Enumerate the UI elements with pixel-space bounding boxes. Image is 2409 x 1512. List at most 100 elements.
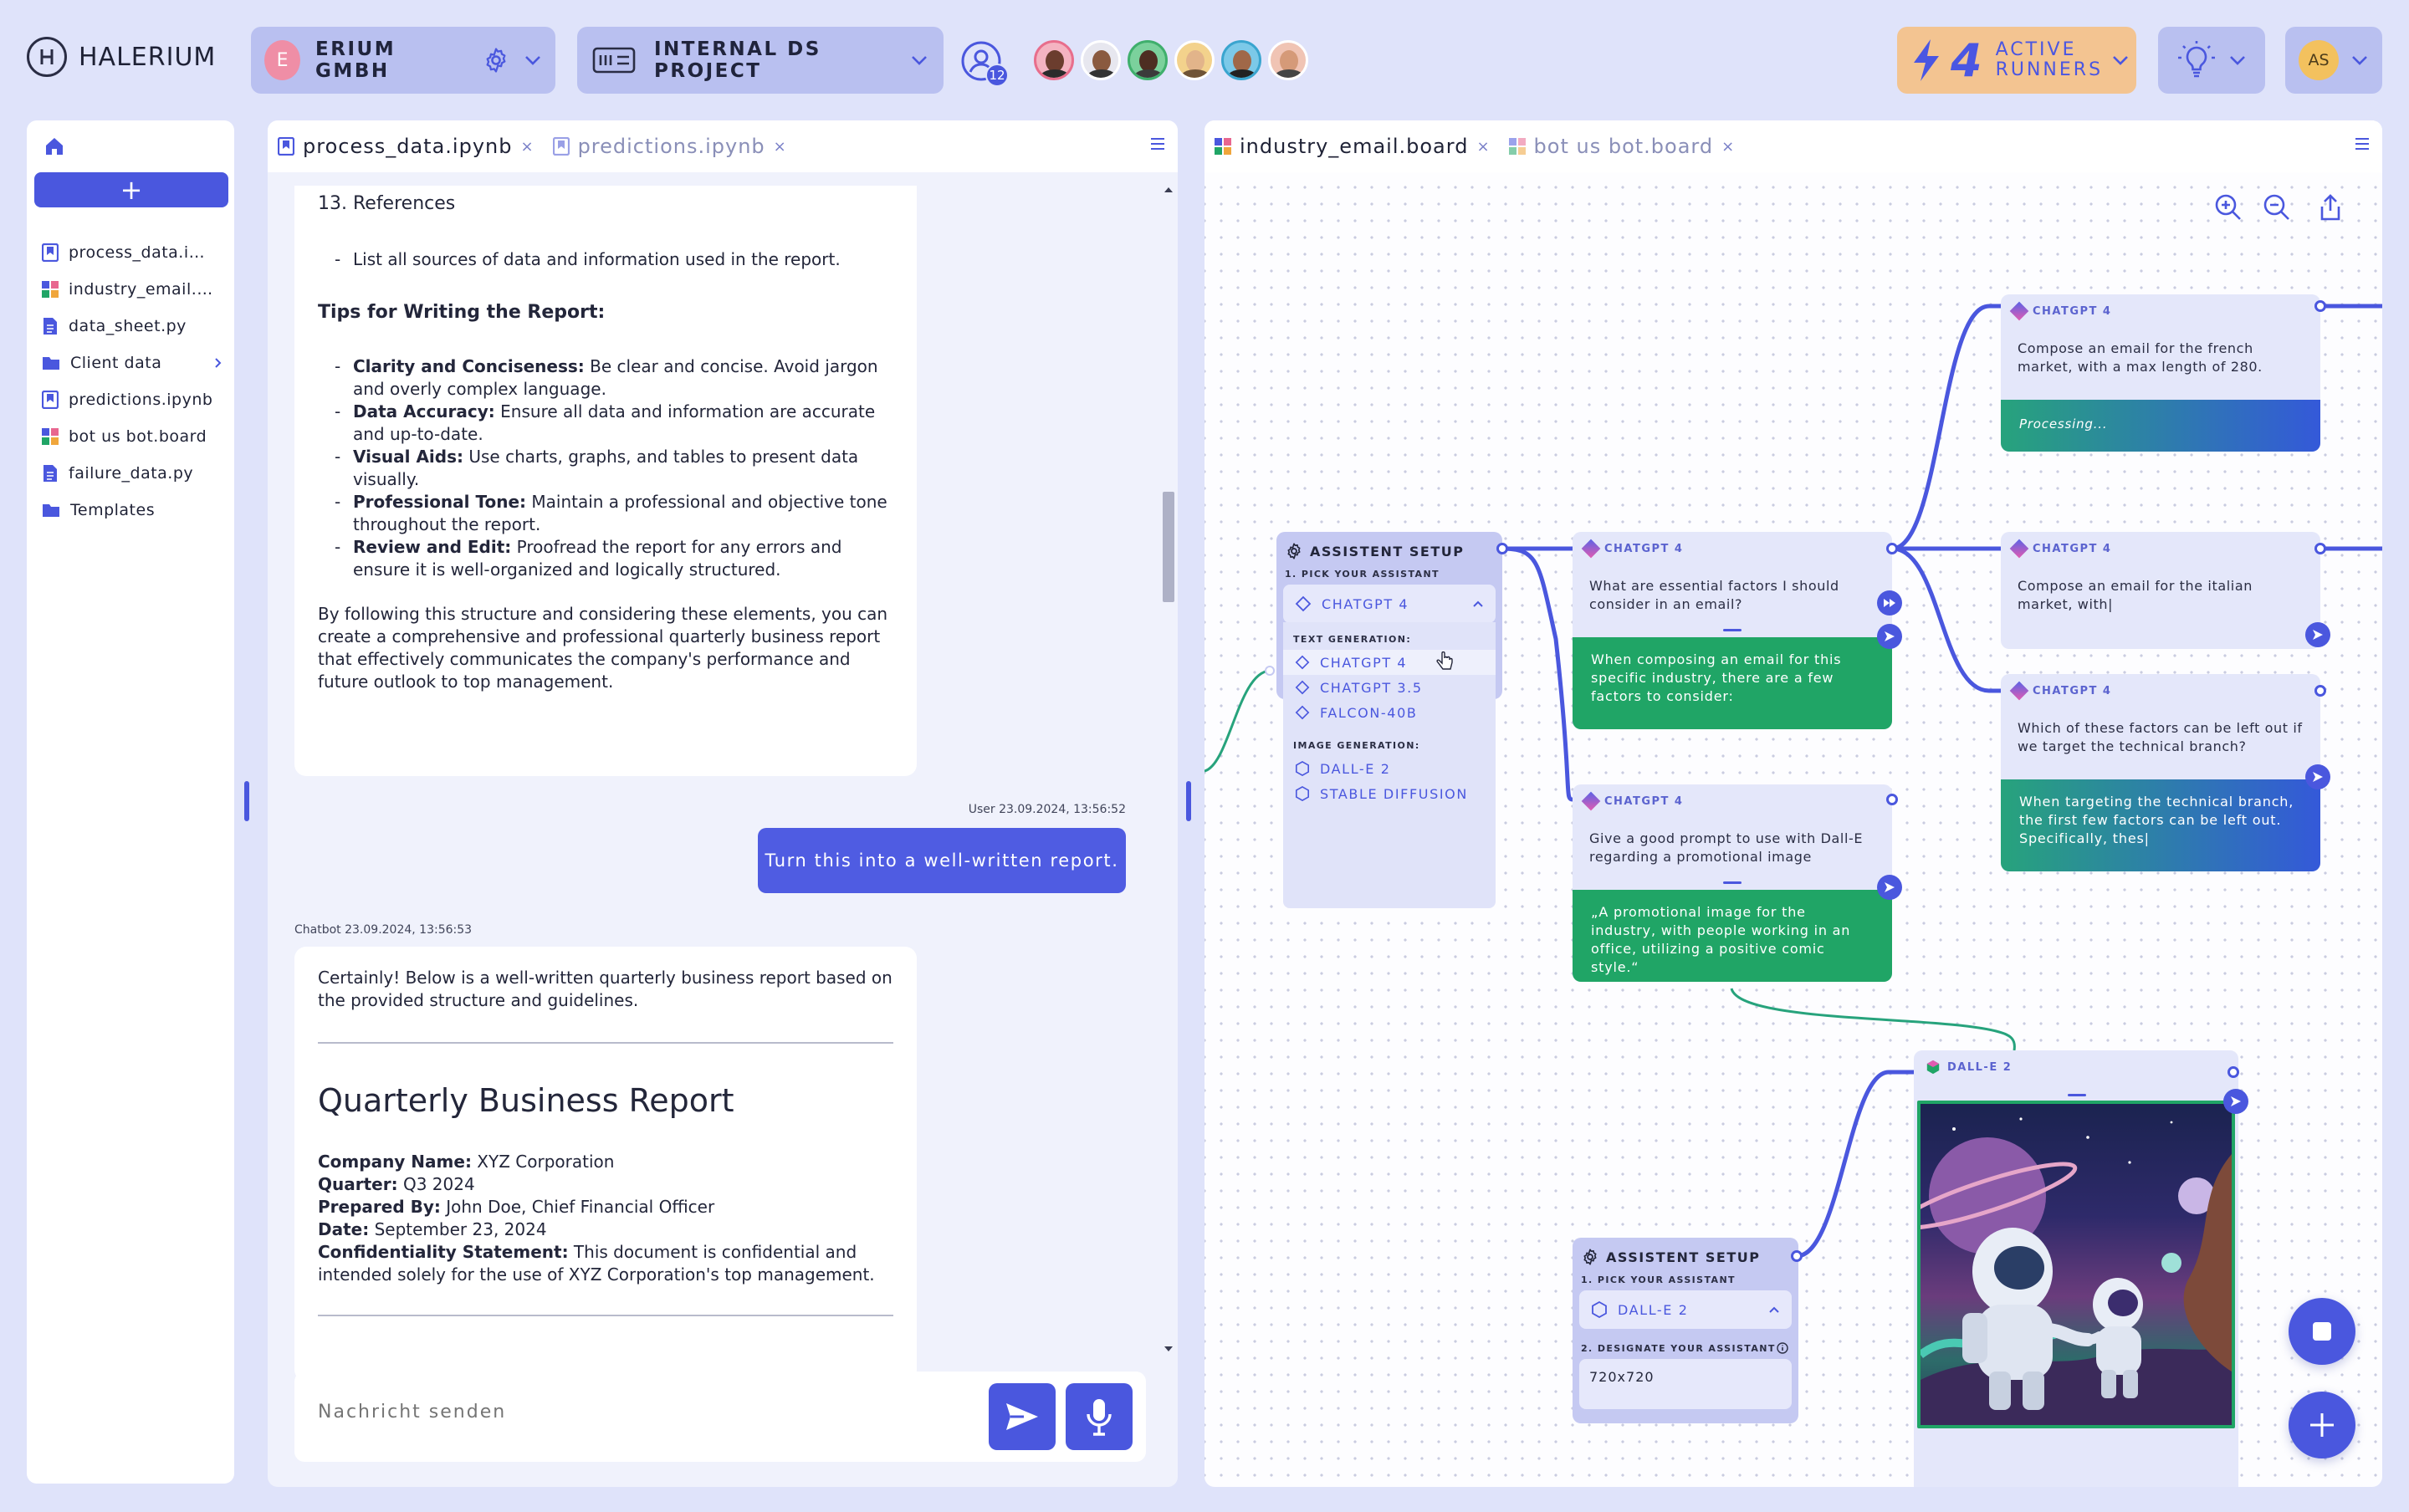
run-button[interactable]: [2305, 622, 2330, 647]
plus-icon: [2310, 1413, 2334, 1437]
avatar[interactable]: [1174, 40, 1215, 80]
organization-selector[interactable]: E ERIUM GMBH: [251, 27, 555, 94]
send-button[interactable]: [989, 1383, 1056, 1450]
home-icon[interactable]: [43, 135, 65, 157]
list-item: Data Accuracy: Ensure all data and infor…: [335, 401, 893, 446]
project-name: INTERNAL DS PROJECT: [654, 38, 821, 82]
menu-icon[interactable]: [1149, 135, 1166, 152]
chat-node[interactable]: CHATGPT 4 Which of these factors can be …: [2001, 674, 2320, 871]
sidebar-item-data-sheet[interactable]: data_sheet.py: [42, 308, 228, 345]
sidebar-item-process-data[interactable]: process_data.ipynb: [42, 234, 228, 271]
option-stable-diffusion[interactable]: STABLE DIFFUSION: [1283, 781, 1496, 806]
scrollbar-thumb[interactable]: [1163, 492, 1174, 602]
avatar[interactable]: [1128, 40, 1168, 80]
sidebar-item-bot-board[interactable]: bot us bot.board: [42, 418, 228, 455]
assistant-dropdown[interactable]: DALL-E 2: [1579, 1290, 1792, 1329]
option-falcon-40b[interactable]: FALCON-40B: [1283, 700, 1496, 725]
active-runners-button[interactable]: 4 ACTIVE RUNNERS: [1897, 27, 2136, 94]
brand-logo[interactable]: HALERIUM: [27, 37, 216, 77]
node-connector-dot[interactable]: [2227, 1066, 2239, 1078]
run-button[interactable]: [2223, 1089, 2248, 1114]
chat-node[interactable]: CHATGPT 4 Compose an email for the itali…: [2001, 532, 2320, 649]
hexagon-icon: [1295, 786, 1310, 801]
message-input[interactable]: [318, 1402, 903, 1423]
run-button[interactable]: [1877, 624, 1902, 649]
avatar[interactable]: [1081, 40, 1121, 80]
option-chatgpt-4[interactable]: CHATGPT 4: [1283, 650, 1496, 675]
node-connector-dot[interactable]: [2314, 300, 2326, 312]
sidebar-item-templates[interactable]: Templates: [42, 492, 228, 529]
notebook-icon: [42, 391, 59, 409]
dropdown-value: DALL-E 2: [1618, 1301, 1689, 1318]
avatar[interactable]: [1034, 40, 1074, 80]
user-menu[interactable]: AS: [2285, 27, 2382, 94]
node-prompt: Which of these factors can be left out i…: [2018, 720, 2303, 754]
folder-icon: [43, 504, 59, 517]
chevron-down-icon[interactable]: [2228, 54, 2247, 66]
fast-forward-button[interactable]: [1877, 590, 1902, 616]
gear-icon[interactable]: [482, 46, 510, 74]
drag-handle[interactable]: [2068, 1094, 2086, 1096]
run-button[interactable]: [2305, 764, 2330, 789]
option-dalle-2[interactable]: DALL-E 2: [1283, 756, 1496, 781]
sidebar-item-predictions[interactable]: predictions.ipynb: [42, 381, 228, 418]
chevron-right-icon[interactable]: [214, 357, 222, 369]
sidebar-resize-handle[interactable]: [244, 781, 249, 821]
assistant-setup-node[interactable]: ASSISTENT SETUP 1. PICK YOUR ASSISTANT D…: [1573, 1238, 1798, 1423]
chevron-down-icon[interactable]: [2350, 54, 2369, 66]
list-item: Review and Edit: Proofread the report fo…: [335, 536, 893, 581]
diamond-icon: [1295, 705, 1310, 720]
node-connector-dot[interactable]: [1886, 794, 1898, 805]
sidebar-item-industry-email[interactable]: industry_email.board: [42, 271, 228, 308]
chevron-down-icon[interactable]: [2111, 54, 2130, 66]
node-connector-dot[interactable]: [2314, 543, 2326, 554]
sidebar-item-failure-data[interactable]: failure_data.py: [42, 455, 228, 492]
run-button[interactable]: [1877, 875, 1902, 900]
node-prompt: What are essential factors I should cons…: [1589, 578, 1839, 612]
node-connector-dot[interactable]: [1886, 543, 1898, 554]
scrollbar[interactable]: [1159, 186, 1178, 1356]
tips-list: Clarity and Conciseness: Be clear and co…: [318, 355, 893, 581]
node-connector-dot[interactable]: [1265, 666, 1275, 676]
avatar[interactable]: [1221, 40, 1261, 80]
node-connector-dot[interactable]: [1791, 1250, 1803, 1262]
user-timestamp: User 23.09.2024, 13:56:52: [968, 803, 1126, 816]
sidebar-item-client-data[interactable]: Client data: [42, 345, 228, 381]
stop-button[interactable]: [2289, 1298, 2355, 1365]
image-node[interactable]: DALL-E 2: [1914, 1050, 2238, 1487]
chat-node[interactable]: CHATGPT 4 Compose an email for the frenc…: [2001, 294, 2320, 452]
node-connector-dot[interactable]: [2314, 685, 2326, 697]
panel-resize-handle[interactable]: [1186, 781, 1191, 821]
runners-label-line1: ACTIVE: [1995, 39, 2077, 60]
hand-cursor-icon: [1436, 651, 1453, 670]
avatar[interactable]: [1268, 40, 1308, 80]
sidebar-item-label: process_data.ipynb: [69, 243, 215, 262]
microphone-button[interactable]: [1066, 1383, 1133, 1450]
option-chatgpt-35[interactable]: CHATGPT 3.5: [1283, 675, 1496, 700]
users-button[interactable]: 12: [960, 40, 1012, 92]
report-field: Company Name: XYZ Corporation: [318, 1152, 615, 1172]
assistant-dropdown[interactable]: CHATGPT 4: [1283, 585, 1496, 623]
add-node-button[interactable]: [2289, 1392, 2355, 1458]
close-icon[interactable]: ×: [774, 138, 787, 156]
chevron-down-icon[interactable]: [524, 54, 542, 66]
chevron-down-icon[interactable]: [910, 54, 928, 66]
tab-process-data[interactable]: process_data.ipynb ×: [278, 135, 534, 158]
drag-handle[interactable]: [1723, 629, 1742, 631]
board-canvas[interactable]: industry_email.board × bot us bot.board …: [1204, 120, 2382, 1487]
size-field[interactable]: 720x720: [1579, 1359, 1792, 1409]
tab-predictions[interactable]: predictions.ipynb ×: [552, 135, 787, 158]
project-selector[interactable]: INTERNAL DS PROJECT: [577, 27, 944, 94]
sidebar-item-label: industry_email.board: [69, 280, 215, 299]
scroll-up-icon[interactable]: [1163, 186, 1174, 194]
info-icon[interactable]: [1777, 1342, 1788, 1354]
close-icon[interactable]: ×: [520, 138, 534, 156]
scroll-down-icon[interactable]: [1163, 1345, 1174, 1353]
ideas-button[interactable]: [2158, 27, 2265, 94]
drag-handle[interactable]: [1723, 881, 1742, 884]
generated-image[interactable]: [1917, 1101, 2235, 1428]
add-file-button[interactable]: +: [34, 172, 228, 207]
divider: [318, 1042, 893, 1044]
node-connector-dot[interactable]: [1496, 543, 1508, 554]
gear-icon: [1583, 1249, 1597, 1265]
